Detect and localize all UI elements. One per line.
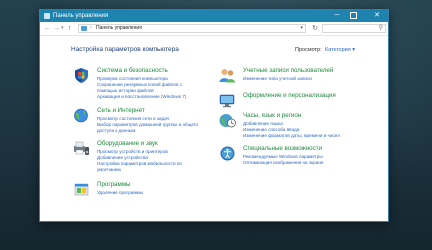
task-link[interactable]: Изменение форматов даты, времени и чисел	[243, 133, 340, 139]
breadcrumb-separator: ›	[90, 25, 92, 31]
up-button[interactable]: ↑	[68, 24, 72, 33]
category-title[interactable]: Оборудование и звук	[97, 140, 158, 148]
category-title[interactable]: Учетные записи пользователей	[243, 67, 333, 75]
address-bar[interactable]: › Панель управления ▾	[78, 24, 306, 33]
category-title[interactable]: Специальные возможности	[243, 145, 322, 153]
task-link[interactable]: Рекомендуемые Windows параметры	[243, 154, 323, 160]
task-link[interactable]: Изменение типа учетной записи	[243, 76, 312, 82]
users-icon	[219, 69, 235, 83]
printer-speaker-icon	[74, 141, 89, 155]
task-link[interactable]: Просмотр устройств и принтеров	[97, 149, 168, 155]
view-by-label: Просмотр:	[295, 47, 322, 53]
accessibility-icon	[220, 146, 235, 161]
shield-flag-icon	[75, 68, 88, 83]
task-link[interactable]: Удаление программы	[97, 190, 143, 196]
task-link[interactable]: Добавление устройства	[97, 155, 148, 161]
recent-locations-dropdown[interactable]: ▾	[61, 24, 64, 33]
category-title[interactable]: Сеть и Интернет	[97, 107, 145, 115]
clock-globe-icon	[219, 114, 236, 128]
task-link[interactable]: Добавление языка	[243, 121, 283, 127]
category-title[interactable]: Система и безопасность	[97, 67, 168, 75]
category-title[interactable]: Программы	[97, 181, 130, 189]
task-link[interactable]: помощью истории файлов	[97, 88, 154, 94]
search-input[interactable]: ⚲	[322, 24, 386, 33]
control-panel-small-icon	[81, 26, 87, 31]
address-dropdown-icon[interactable]: ▾	[300, 25, 303, 32]
task-link[interactable]: Просмотр состояния сети и задач	[97, 116, 169, 122]
category-title[interactable]: Часы, язык и регион	[243, 112, 301, 120]
control-panel-window: Панель управления ─ ✕ ← → ▾ ↑ › Панель у…	[39, 9, 389, 222]
breadcrumb-control-panel[interactable]: Панель управления	[96, 25, 142, 32]
forward-button[interactable]: →	[53, 24, 60, 33]
page-title: Настройка параметров компьютера	[71, 46, 179, 53]
back-button[interactable]: ←	[44, 24, 51, 33]
control-panel-icon	[44, 13, 50, 19]
task-link[interactable]: умолчанию	[97, 167, 121, 173]
maximize-button[interactable]	[346, 10, 360, 22]
category-title[interactable]: Оформление и персонализация	[243, 92, 336, 100]
maximize-icon	[349, 11, 357, 19]
view-by-dropdown[interactable]: Категория ▾	[325, 47, 355, 53]
close-button[interactable]: ✕	[370, 10, 384, 22]
task-link[interactable]: Сохранение резервных копий файлов с	[97, 82, 182, 88]
task-link[interactable]: Изменение способа ввода	[243, 127, 299, 133]
window-title: Панель управления	[53, 13, 109, 19]
title-bar[interactable]: Панель управления ─ ✕	[40, 10, 388, 22]
navigation-bar: ← → ▾ ↑ › Панель управления ▾ ↻ ⚲	[40, 22, 388, 36]
task-link[interactable]: доступа к данным	[97, 128, 135, 134]
programs-icon	[74, 183, 89, 196]
task-link[interactable]: Выбор параметров домашней группы и общег…	[97, 122, 198, 128]
task-link[interactable]: Оптимизация изображения на экране	[243, 160, 323, 166]
task-link[interactable]: Проверка состояния компьютера	[97, 76, 168, 82]
task-link[interactable]: Архивация и восстановление (Windows 7)	[97, 94, 186, 100]
search-icon: ⚲	[378, 25, 383, 31]
minimize-button[interactable]: ─	[330, 10, 344, 22]
refresh-button[interactable]: ↻	[310, 24, 320, 33]
globe-network-icon	[74, 108, 88, 123]
monitor-palette-icon	[219, 94, 235, 108]
task-link[interactable]: Настройка параметров мобильности по	[97, 161, 182, 167]
